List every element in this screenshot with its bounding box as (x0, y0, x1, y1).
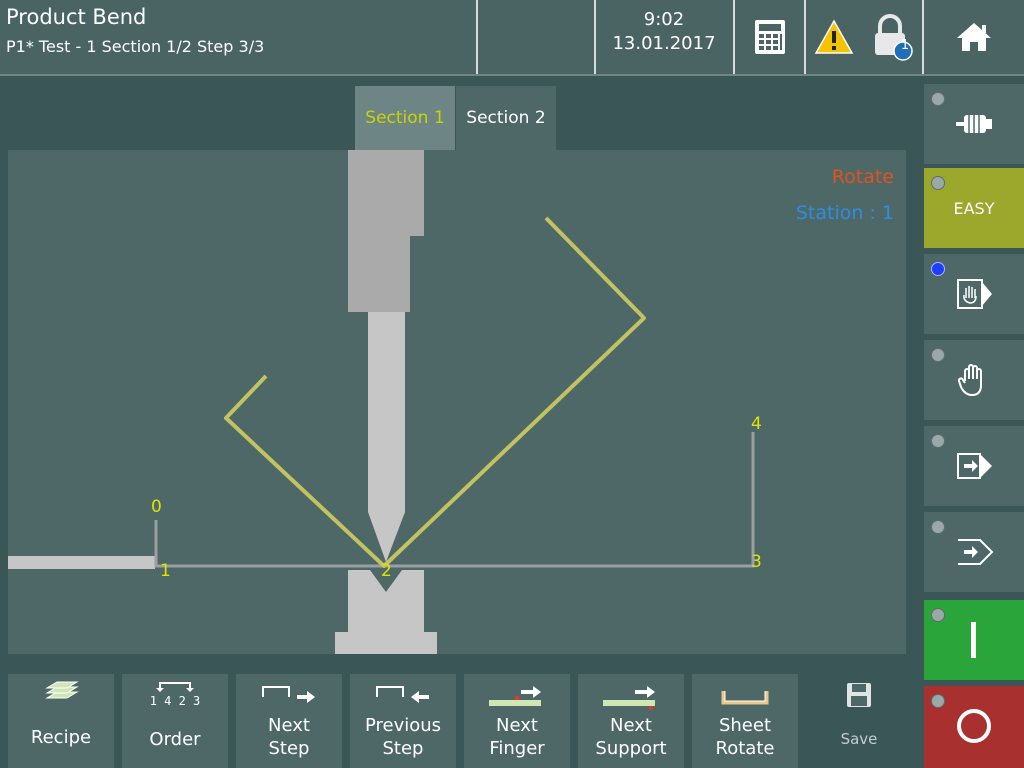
station-status: Station : 1 (795, 202, 894, 224)
start-icon (971, 622, 976, 658)
previous-step-icon (376, 686, 429, 703)
bend-drawing (8, 150, 755, 654)
hand-program-button[interactable] (924, 254, 1024, 334)
sheet-rotate-label: Sheet Rotate (715, 715, 775, 759)
next-step-button[interactable]: Next Step (236, 674, 342, 768)
hand-icon (957, 364, 982, 397)
motor-icon (956, 115, 992, 133)
order-icon-text: 1 4 2 3 (149, 694, 201, 708)
bend-point-label: 2 (381, 561, 392, 581)
sheet-profile-bent (224, 216, 646, 568)
manual-button[interactable] (924, 340, 1024, 420)
next-step-label: Next Step (268, 715, 310, 759)
next-support-icon (603, 686, 655, 710)
next-step-icon (262, 686, 315, 703)
stop-button[interactable] (924, 686, 1024, 768)
order-button[interactable]: 1 4 2 3 Order (122, 674, 228, 768)
motor-button[interactable] (924, 84, 1024, 164)
bend-point-label: 3 (751, 552, 762, 572)
upper-tool (348, 150, 424, 562)
next-finger-button[interactable]: Next Finger (464, 674, 570, 768)
save-icon (847, 683, 871, 707)
previous-step-button[interactable]: Previous Step (350, 674, 456, 768)
sheet-rotate-button[interactable]: Sheet Rotate (692, 674, 798, 768)
backgauge-finger (8, 556, 155, 569)
bend-point-label: 1 (160, 561, 171, 581)
arrow-enter-icon (958, 539, 994, 565)
next-support-button[interactable]: Next Support (578, 674, 684, 768)
previous-step-label: Previous Step (364, 715, 442, 759)
next-support-label: Next Support (595, 715, 667, 759)
easy-mode-button[interactable]: EASY (924, 168, 1024, 248)
enter-program-icon (957, 453, 992, 479)
sheet-rotate-icon (721, 691, 769, 705)
recipe-button[interactable]: Recipe (8, 674, 114, 768)
hand-program-icon (957, 279, 992, 309)
enter-program-button[interactable] (924, 426, 1024, 506)
recipe-icon (45, 681, 79, 699)
order-label: Order (149, 729, 201, 750)
rotate-status: Rotate (831, 166, 894, 188)
next-finger-icon (489, 686, 541, 706)
save-button[interactable]: Save (806, 674, 912, 768)
save-label: Save (840, 730, 878, 748)
recipe-label: Recipe (30, 727, 92, 748)
arrow-enter-button[interactable] (924, 512, 1024, 592)
easy-label: EASY (953, 198, 995, 218)
lower-tool (335, 570, 437, 654)
bend-point-label: 4 (751, 414, 762, 434)
next-finger-label: Next Finger (489, 715, 545, 759)
start-button[interactable] (924, 600, 1024, 680)
stop-icon (957, 709, 991, 743)
bend-point-label: 0 (151, 497, 162, 517)
